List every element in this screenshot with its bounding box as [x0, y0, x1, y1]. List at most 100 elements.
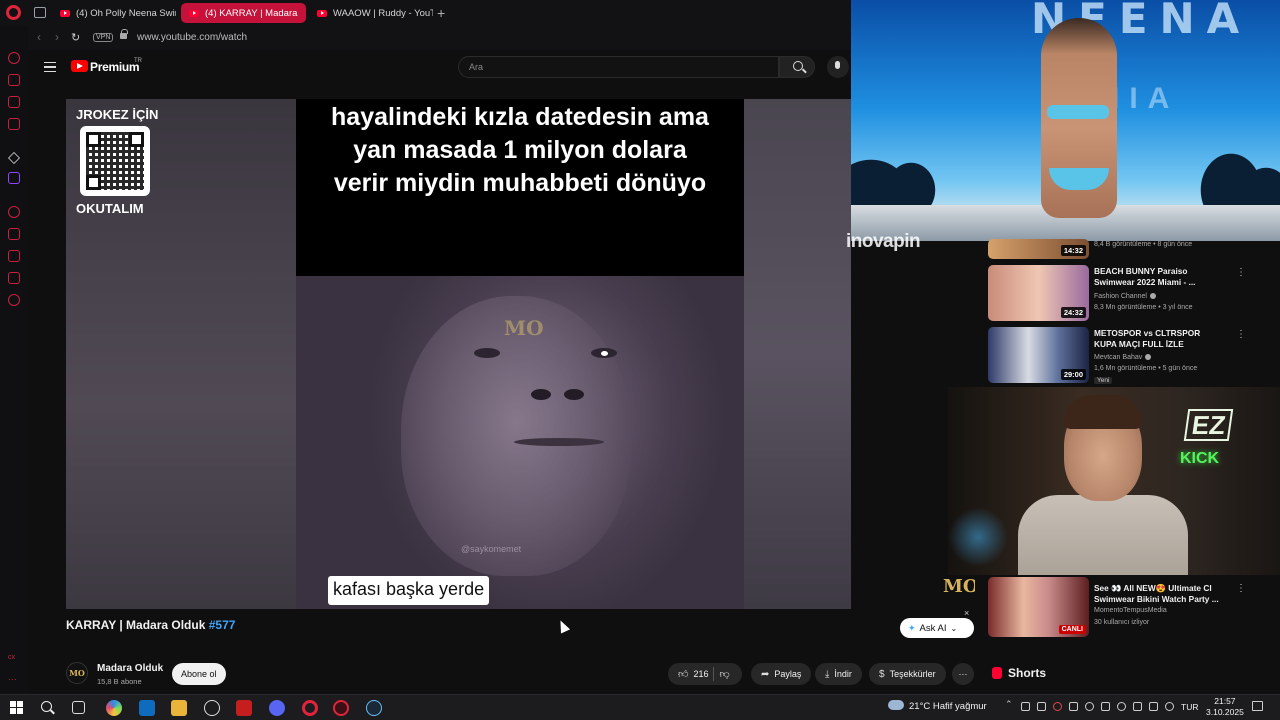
clock-app-icon[interactable] — [204, 700, 220, 716]
voicemod-icon[interactable] — [236, 700, 252, 716]
more-icon[interactable]: ··· — [8, 674, 20, 686]
back-arrow-icon[interactable]: ‹ — [37, 30, 41, 44]
tab-overview-icon[interactable] — [34, 7, 46, 18]
search-button[interactable] — [779, 56, 815, 78]
settings-gear-icon[interactable] — [8, 294, 20, 306]
recommendation-item[interactable]: 24:32 BEACH BUNNY Paraiso Swimwear 2022 … — [988, 265, 1268, 321]
lock-icon[interactable] — [120, 29, 128, 39]
more-actions-button[interactable]: ··· — [952, 663, 974, 685]
tab-oh-polly[interactable]: (4) Oh Polly Neena Swimw — [52, 3, 176, 23]
microphone-tray-icon[interactable] — [1117, 702, 1126, 711]
floating-video-window[interactable]: NEENA ANIA — [851, 0, 1280, 241]
messenger-icon[interactable] — [8, 96, 20, 108]
subscribe-button[interactable]: Abone ol — [172, 663, 226, 685]
copilot-icon[interactable] — [106, 700, 122, 716]
thumbs-up-icon[interactable]: 👍︎ — [678, 668, 688, 680]
tray-app-icon[interactable] — [1133, 702, 1142, 711]
gorilla-mouth — [514, 438, 604, 446]
mouse-cursor-icon — [555, 618, 571, 634]
twitch-icon[interactable] — [8, 172, 20, 184]
notification-icon[interactable] — [1252, 701, 1263, 711]
new-badge: Yeni — [1094, 377, 1113, 384]
forward-arrow-icon[interactable]: › — [55, 30, 59, 44]
recommendation-thumbnail[interactable]: 29:00 — [988, 327, 1089, 383]
tab-waaow-ruddy[interactable]: WAAOW | Ruddy - YouTub — [309, 3, 433, 23]
windows-start-icon[interactable] — [10, 701, 23, 714]
opera-taskbar-icon[interactable] — [302, 700, 318, 716]
network-icon[interactable] — [1149, 702, 1158, 711]
video-hashtag[interactable]: #577 — [209, 618, 236, 632]
aria-icon[interactable] — [8, 152, 20, 164]
tray-app-icon[interactable] — [1053, 702, 1062, 711]
recommendation-channel[interactable]: Fashion Channel — [1094, 293, 1156, 300]
recommendation-thumbnail[interactable]: 14:32 — [988, 239, 1089, 259]
channel-label: Fashion Channel — [1094, 293, 1147, 300]
tray-app-icon[interactable] — [1037, 702, 1046, 711]
history-icon[interactable] — [8, 52, 20, 64]
thanks-button[interactable]: $ Teşekkürler — [869, 663, 946, 685]
like-count[interactable]: 216 — [693, 669, 708, 679]
recommendation-title[interactable]: BEACH BUNNY Paraiso Swimwear 2022 Miami … — [1094, 266, 1219, 288]
outlook-icon[interactable] — [139, 700, 155, 716]
opera-gx-taskbar-icon[interactable] — [333, 700, 349, 716]
tray-app-icon[interactable] — [1085, 702, 1094, 711]
tray-app-icon[interactable] — [1021, 702, 1030, 711]
recommendation-channel[interactable]: Mevtcan Bahav — [1094, 354, 1152, 361]
recommendation-meta: 8,4 B görüntüleme • 8 gün önce — [1094, 241, 1193, 248]
volume-icon[interactable] — [1165, 702, 1174, 711]
taskbar-clock[interactable]: 21:57 3.10.2025 — [1206, 696, 1244, 718]
recommendation-item[interactable]: 14:32 8,4 B görüntüleme • 8 gün önce — [988, 239, 1268, 259]
tray-app-icon[interactable] — [1069, 702, 1078, 711]
share-button[interactable]: ➦ Paylaş — [751, 663, 812, 685]
player-icon[interactable] — [8, 206, 20, 218]
recommendation-thumbnail[interactable]: CANLI — [988, 577, 1089, 637]
voice-search-mic-icon[interactable] — [827, 56, 849, 78]
new-tab-button[interactable]: + — [437, 5, 445, 21]
rain-cloud-icon[interactable] — [888, 700, 904, 710]
menu-hamburger-icon[interactable] — [44, 62, 56, 72]
background-light — [948, 507, 1008, 567]
task-view-icon[interactable] — [72, 701, 85, 714]
language-indicator[interactable]: TUR — [1181, 702, 1198, 712]
vpn-badge[interactable]: VPN — [93, 33, 114, 42]
tab-karray[interactable]: (4) KARRAY | Madara — [181, 3, 306, 23]
kebab-menu-icon[interactable]: ⋮ — [1236, 267, 1246, 278]
recommendation-item[interactable]: CANLI See 👀 All NEW😍 Ultimate Cl Swimwea… — [988, 577, 1268, 637]
download-button[interactable]: ⤓ İndir — [815, 663, 862, 685]
extensions-icon[interactable] — [8, 272, 20, 284]
kebab-menu-icon[interactable]: ⋮ — [1236, 583, 1246, 594]
bag-icon[interactable] — [8, 74, 20, 86]
taskbar-search-icon[interactable] — [41, 701, 52, 712]
weather-widget[interactable]: 21°C Hafif yağmur — [909, 701, 987, 712]
channel-name[interactable]: Madara Olduk — [97, 663, 163, 674]
youtube-premium-logo[interactable]: Premium — [90, 60, 140, 74]
file-explorer-icon[interactable] — [171, 700, 187, 716]
cx-icon[interactable]: cx — [8, 654, 20, 666]
shorts-heading[interactable]: Shorts — [1008, 666, 1046, 680]
ask-ai-button[interactable]: ✦ Ask AI ⌄ — [900, 618, 974, 638]
kebab-menu-icon[interactable]: ⋮ — [1236, 329, 1246, 340]
neon-sign-kick: KICK — [1180, 450, 1220, 467]
recommendation-title[interactable]: METOSPOR vs CLTRSPOR KUPA MAÇI FULL İZLE — [1094, 328, 1219, 350]
discord-icon[interactable] — [269, 700, 285, 716]
ask-ai-close-icon[interactable]: × — [964, 608, 969, 618]
reload-icon[interactable]: ↻ — [71, 31, 80, 44]
youtube-logo-icon[interactable] — [71, 60, 88, 72]
recommendation-channel[interactable]: MomentoTempusMedia — [1094, 607, 1167, 614]
url-field[interactable]: www.youtube.com/watch — [137, 32, 247, 43]
wallet-icon[interactable] — [8, 118, 20, 130]
tray-app-icon[interactable] — [1101, 702, 1110, 711]
recommendation-title[interactable]: See 👀 All NEW😍 Ultimate Cl Swimwear Biki… — [1094, 583, 1219, 605]
tray-overflow-icon[interactable]: ⌃ — [1005, 699, 1014, 709]
recommendation-item[interactable]: 29:00 METOSPOR vs CLTRSPOR KUPA MAÇI FUL… — [988, 327, 1268, 384]
video-player[interactable]: hayalindeki kızla datedesin ama yan masa… — [66, 99, 851, 609]
channel-avatar[interactable]: MO — [66, 662, 88, 684]
bookmark-icon[interactable] — [8, 228, 20, 240]
qr-finder — [129, 132, 144, 147]
thumbs-down-icon[interactable]: 👎︎ — [719, 668, 729, 680]
steam-icon[interactable] — [366, 700, 382, 716]
opera-logo-icon[interactable] — [6, 5, 21, 20]
search-input[interactable]: Ara — [458, 56, 779, 78]
recommendation-thumbnail[interactable]: 24:32 — [988, 265, 1089, 321]
clock-icon[interactable] — [8, 250, 20, 262]
